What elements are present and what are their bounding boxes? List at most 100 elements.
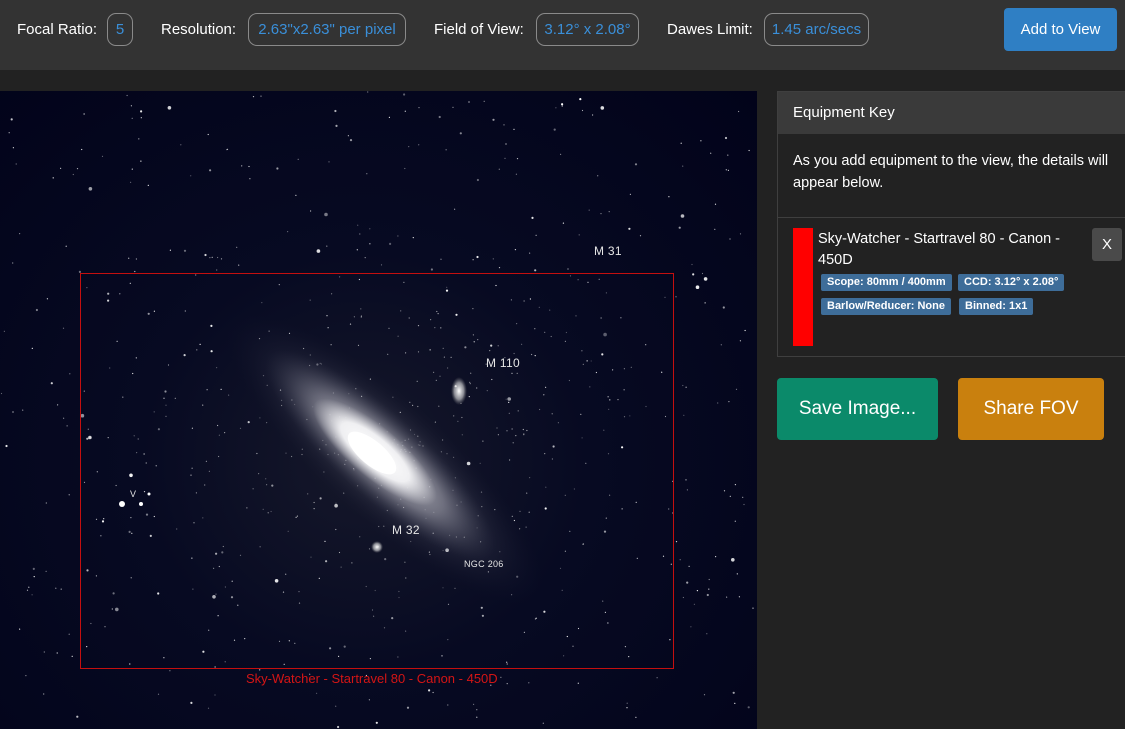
star [561, 103, 564, 106]
star [157, 693, 160, 695]
star [626, 707, 628, 709]
star [335, 705, 337, 707]
star [693, 603, 696, 605]
star [675, 541, 678, 543]
star [209, 257, 211, 259]
star [727, 169, 730, 171]
star [76, 168, 79, 170]
star [69, 373, 71, 375]
add-to-view-button[interactable]: Add to View [1004, 8, 1117, 51]
star [76, 715, 79, 718]
star [472, 259, 474, 261]
resolution-value: 2.63"x2.63" per pixel [248, 13, 406, 46]
star [503, 124, 505, 126]
focal-ratio-value: 5 [107, 13, 133, 46]
star [476, 709, 478, 711]
star [326, 245, 328, 247]
field-of-view-value: 3.12° x 2.08° [536, 13, 639, 46]
fov-rectangle[interactable] [80, 273, 674, 669]
star [369, 243, 371, 245]
dawes-limit-value: 1.45 arc/secs [764, 13, 869, 46]
star [88, 187, 93, 191]
star [220, 258, 223, 260]
star [680, 142, 682, 144]
star [581, 109, 584, 112]
star [22, 409, 24, 411]
star [50, 382, 53, 385]
star [683, 414, 685, 416]
star [635, 716, 637, 718]
save-image-button[interactable]: Save Image... [777, 378, 938, 440]
star [747, 706, 750, 709]
star [715, 556, 717, 558]
star [63, 417, 65, 419]
star [690, 626, 692, 628]
sky-view[interactable]: M 31 M 110 M 32 NGC 206 V Sky-Watcher - … [0, 91, 757, 729]
star [438, 115, 441, 119]
star [531, 216, 534, 219]
star [729, 495, 731, 497]
star [459, 132, 462, 135]
star [701, 272, 704, 275]
star [468, 101, 470, 103]
m31-label: M 31 [594, 244, 622, 258]
star [732, 691, 735, 694]
star [140, 117, 142, 119]
star [68, 633, 70, 635]
star [692, 273, 695, 276]
star [12, 262, 14, 264]
star [736, 573, 738, 575]
star [31, 347, 33, 349]
star [236, 246, 238, 248]
star [0, 392, 3, 395]
star [634, 163, 638, 166]
star [686, 489, 689, 491]
star [388, 116, 390, 118]
star [734, 702, 736, 705]
equipment-name: Sky-Watcher - Startravel 80 - Canon - 45… [818, 231, 1061, 268]
star [328, 161, 330, 163]
star [691, 263, 693, 266]
star [535, 234, 537, 236]
star [32, 567, 35, 570]
star [204, 253, 207, 257]
star [316, 249, 321, 253]
remove-equipment-button[interactable]: X [1092, 228, 1122, 261]
share-fov-button[interactable]: Share FOV [958, 378, 1104, 440]
divider [778, 217, 1125, 218]
star [706, 593, 709, 597]
star [555, 107, 557, 109]
star [734, 484, 737, 486]
star [656, 677, 658, 679]
star [592, 114, 594, 116]
star [492, 118, 495, 121]
star [445, 149, 447, 151]
resolution-label: Resolution: [161, 21, 237, 38]
equipment-key-title: Equipment Key [778, 92, 1125, 134]
star [248, 165, 250, 168]
star [389, 242, 392, 245]
star [33, 576, 35, 578]
star [19, 628, 21, 630]
star [432, 691, 434, 694]
star [440, 258, 442, 260]
field-of-view-label: Field of View: [434, 21, 524, 38]
star [722, 306, 725, 309]
star [714, 228, 716, 230]
star [316, 692, 318, 694]
star [686, 581, 689, 584]
star [140, 160, 142, 162]
star [738, 596, 741, 598]
star [704, 302, 706, 304]
star [688, 565, 690, 567]
star [498, 168, 500, 170]
star [3, 330, 5, 332]
star [626, 702, 628, 704]
star [369, 228, 371, 230]
star [337, 725, 340, 729]
star [295, 194, 297, 196]
star [723, 490, 726, 492]
star [404, 110, 406, 112]
star [578, 234, 580, 236]
star [5, 444, 8, 448]
